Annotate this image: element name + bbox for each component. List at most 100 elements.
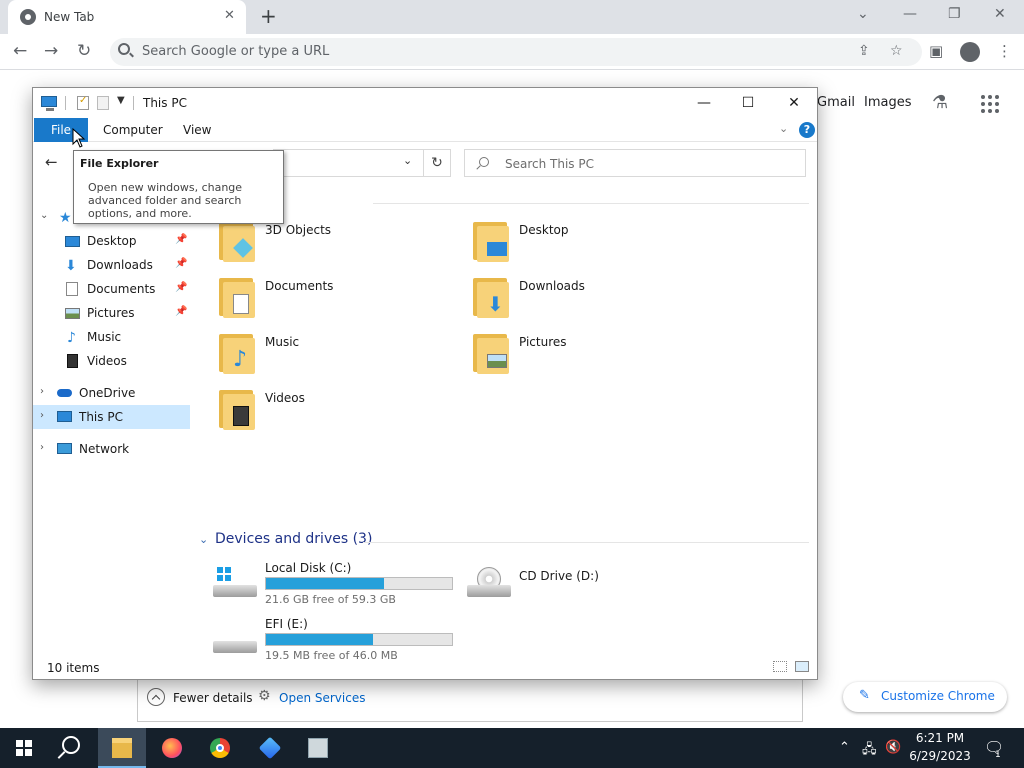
folder-pictures[interactable]: Pictures [447, 331, 687, 381]
collapse-chevron-icon[interactable]: ⌄ [199, 533, 208, 546]
omnibox[interactable]: Search Google or type a URL ⇪ ☆ [110, 38, 922, 66]
labs-flask-icon[interactable]: ⚗ [932, 92, 948, 113]
folder-label: Pictures [519, 335, 567, 349]
clock-time[interactable]: 6:21 PM [910, 731, 970, 745]
address-history-chevron-icon[interactable]: ⌄ [403, 154, 412, 167]
network-tray-icon[interactable]: 🖧 [862, 740, 877, 762]
pin-icon[interactable]: 📌 [175, 258, 187, 269]
customize-chrome-button[interactable]: ✎ Customize Chrome [843, 682, 1007, 712]
folder-desktop[interactable]: Desktop [447, 219, 687, 269]
customize-chrome-label: Customize Chrome [881, 689, 995, 703]
drive-local-disk-c[interactable]: Local Disk (C:) 21.6 GB free of 59.3 GB [193, 559, 453, 611]
bookmark-star-icon[interactable]: ☆ [890, 43, 903, 59]
profile-avatar-icon[interactable] [960, 42, 980, 62]
sidebar-item-videos[interactable]: Videos [33, 349, 190, 373]
sidebar-item-desktop[interactable]: Desktop 📌 [33, 229, 190, 253]
taskbar-task-manager[interactable] [294, 728, 342, 768]
network-icon [57, 443, 72, 454]
cd-drive-icon [467, 567, 511, 601]
tab-search-chevron-icon[interactable]: ⌄ [857, 6, 869, 22]
sidebar-item-network[interactable]: › Network [33, 437, 190, 461]
side-panel-icon[interactable]: ▣ [929, 42, 943, 60]
forward-arrow-icon[interactable]: → [44, 41, 58, 61]
fewer-details-chevron-icon[interactable] [147, 688, 165, 706]
properties-icon[interactable] [77, 95, 89, 110]
folder-3d-objects[interactable]: 3D Objects [193, 219, 433, 269]
open-services-link[interactable]: Open Services [279, 691, 365, 705]
expand-chevron-icon[interactable]: › [40, 442, 44, 453]
sidebar-item-onedrive[interactable]: › OneDrive [33, 381, 190, 405]
sidebar-item-label: Videos [87, 354, 127, 368]
taskbar-app-blue[interactable] [246, 728, 294, 768]
sidebar-item-documents[interactable]: Documents 📌 [33, 277, 190, 301]
pin-icon[interactable]: 📌 [175, 282, 187, 293]
search-input[interactable]: Search This PC [464, 149, 806, 177]
sidebar-item-pictures[interactable]: Pictures 📌 [33, 301, 190, 325]
sidebar-item-music[interactable]: ♪ Music [33, 325, 190, 349]
sidebar-item-this-pc[interactable]: › This PC [33, 405, 190, 429]
this-pc-icon [57, 411, 72, 422]
minimize-icon[interactable]: — [681, 88, 727, 118]
star-icon: ★ [59, 210, 72, 226]
help-icon[interactable]: ? [799, 122, 815, 138]
folder-downloads[interactable]: ⬇ Downloads [447, 275, 687, 325]
fewer-details-button[interactable]: Fewer details [173, 691, 253, 705]
show-hidden-icons-chevron-icon[interactable]: ⌃ [839, 740, 850, 755]
sidebar-item-label: OneDrive [79, 386, 136, 400]
tab-computer[interactable]: Computer [103, 118, 163, 142]
google-apps-icon[interactable] [981, 95, 999, 113]
explorer-title-bar[interactable]: ▼ This PC — ☐ ✕ [33, 88, 817, 118]
folder-icon [473, 334, 509, 374]
sidebar-item-downloads[interactable]: ⬇ Downloads 📌 [33, 253, 190, 277]
expand-ribbon-chevron-icon[interactable]: ⌄ [779, 122, 788, 135]
taskbar-search-icon[interactable] [62, 736, 80, 754]
back-arrow-icon[interactable]: ← [45, 153, 58, 171]
desktop-icon [487, 242, 507, 256]
tab-view[interactable]: View [183, 118, 211, 142]
music-note-icon: ♪ [67, 330, 76, 346]
taskbar-firefox[interactable] [148, 728, 196, 768]
pin-icon[interactable]: 📌 [175, 234, 187, 245]
collapse-chevron-icon[interactable]: ⌄ [40, 210, 48, 221]
tab-close-icon[interactable]: ✕ [224, 8, 235, 23]
chrome-minimize-icon[interactable]: — [903, 6, 917, 22]
taskbar-chrome[interactable] [196, 728, 244, 768]
quick-access-dropdown-icon[interactable]: ▼ [117, 95, 125, 106]
clock-date[interactable]: 6/29/2023 [906, 749, 974, 763]
tooltip-title: File Explorer [80, 157, 159, 170]
share-icon[interactable]: ⇪ [858, 43, 870, 59]
chrome-close-icon[interactable]: ✕ [994, 6, 1006, 22]
folder-videos[interactable]: Videos [193, 387, 433, 437]
expand-chevron-icon[interactable]: › [40, 386, 44, 397]
new-folder-icon[interactable] [97, 96, 109, 110]
document-icon [233, 294, 249, 314]
chrome-menu-icon[interactable]: ⋮ [997, 42, 1012, 60]
content-pane: 3D Objects Desktop Documents ⬇ Downloads… [193, 183, 817, 662]
tab-new-tab[interactable]: New Tab ✕ [8, 0, 246, 34]
services-gear-icon: ⚙ [258, 688, 271, 704]
new-tab-plus-icon[interactable]: + [260, 4, 277, 28]
close-icon[interactable]: ✕ [771, 88, 817, 118]
folder-music[interactable]: ♪ Music [193, 331, 433, 381]
windows-start-icon[interactable] [16, 740, 32, 756]
drive-cd-d[interactable]: CD Drive (D:) [447, 559, 697, 611]
search-placeholder: Search This PC [505, 157, 594, 171]
large-icons-view-icon[interactable] [795, 661, 809, 672]
folder-documents[interactable]: Documents [193, 275, 433, 325]
expand-chevron-icon[interactable]: › [40, 410, 44, 421]
refresh-icon[interactable]: ↻ [423, 149, 451, 177]
taskbar-file-explorer[interactable] [98, 728, 146, 768]
mouse-cursor-icon [72, 128, 86, 148]
gmail-link[interactable]: Gmail [817, 95, 855, 110]
navigation-pane: ⌄ ★ Desktop 📌 ⬇ Downloads 📌 Documents 📌 … [33, 183, 193, 653]
maximize-icon[interactable]: ☐ [725, 88, 771, 118]
volume-muted-icon[interactable]: 🔇 [885, 740, 901, 755]
chrome-restore-icon[interactable]: ❐ [948, 6, 961, 22]
images-link[interactable]: Images [864, 95, 912, 110]
chrome-favicon-icon [20, 9, 36, 25]
folder-label: Documents [265, 279, 334, 293]
pin-icon[interactable]: 📌 [175, 306, 187, 317]
reload-icon[interactable]: ↻ [77, 41, 91, 61]
details-view-icon[interactable] [773, 661, 787, 672]
back-arrow-icon[interactable]: ← [13, 41, 27, 61]
